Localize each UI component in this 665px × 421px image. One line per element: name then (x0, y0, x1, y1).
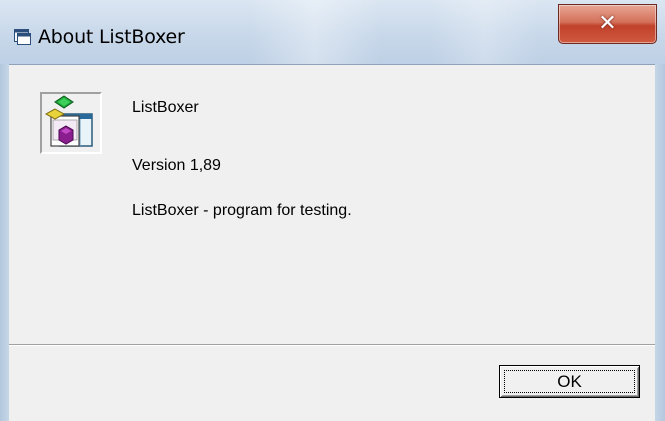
close-icon: ✕ (598, 11, 617, 36)
window-title: About ListBoxer (38, 26, 185, 48)
app-window-icon[interactable] (14, 29, 31, 45)
dialog-client-area: ListBoxer Version 1,89 ListBoxer - progr… (9, 64, 655, 421)
ok-button[interactable]: OK (499, 365, 640, 398)
window-right-border (655, 64, 665, 421)
title-bar-sheen-2 (430, 0, 540, 64)
window-left-border (0, 64, 9, 421)
title-bar-sheen (250, 0, 380, 64)
listboxer-app-icon (44, 95, 93, 147)
app-icon-frame (40, 92, 102, 154)
version-label: Version 1,89 (132, 157, 221, 174)
separator (9, 344, 655, 346)
about-dialog-window: About ListBoxer ✕ ListBoxer Version 1,89… (0, 0, 665, 421)
title-bar[interactable]: About ListBoxer ✕ (0, 0, 665, 64)
app-name-label: ListBoxer (132, 99, 199, 116)
description-label: ListBoxer - program for testing. (132, 202, 352, 219)
close-button[interactable]: ✕ (558, 4, 657, 44)
ok-button-label: OK (557, 371, 582, 391)
